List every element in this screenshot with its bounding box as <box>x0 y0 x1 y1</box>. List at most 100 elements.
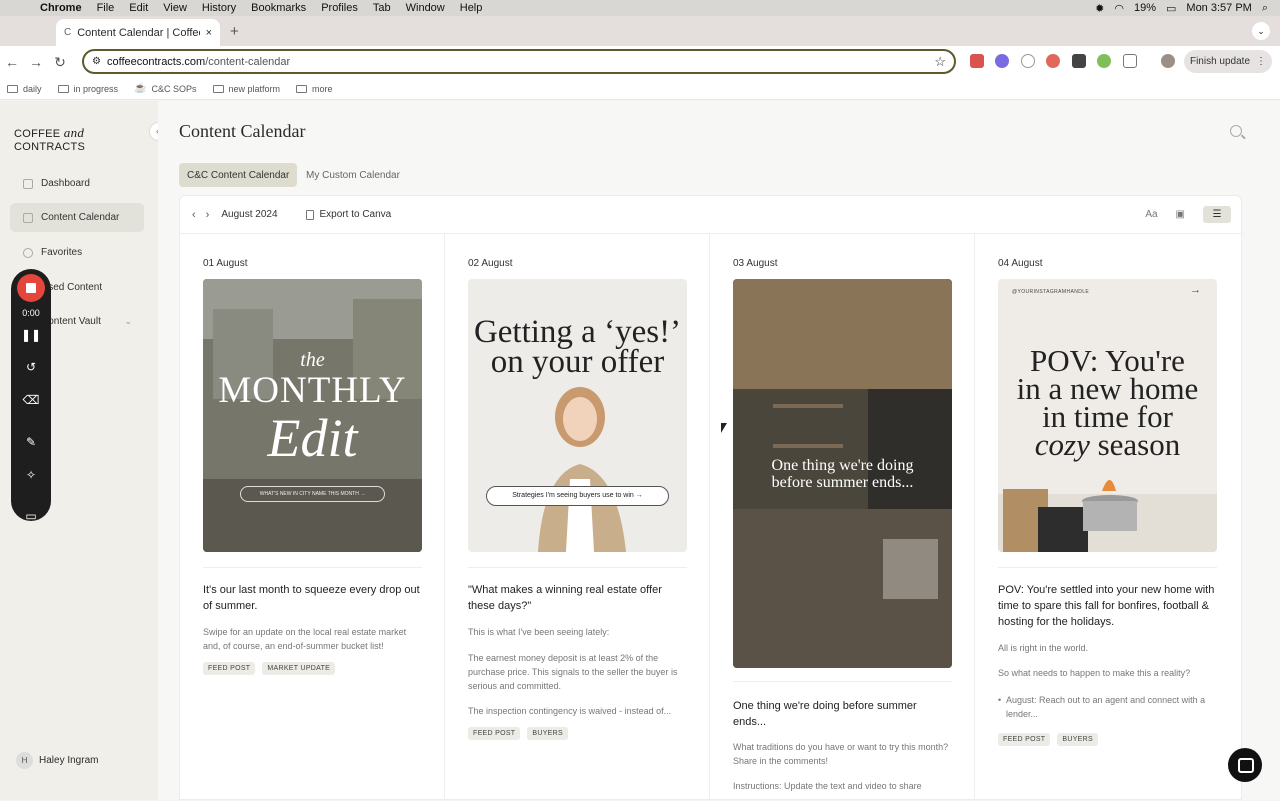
folder-icon <box>296 84 308 93</box>
bookmark-in-progress[interactable]: in progress <box>57 84 118 94</box>
extension-flower-icon[interactable] <box>995 54 1009 68</box>
menu-app[interactable]: Chrome <box>40 2 82 14</box>
prev-month-icon[interactable]: ‹ <box>192 209 196 221</box>
graphic-line1: One thing we're doing <box>771 457 914 474</box>
day-date: 02 August <box>468 258 513 269</box>
tab-search-icon[interactable]: ⌄ <box>1252 22 1270 40</box>
effects-icon[interactable]: ✧ <box>11 468 51 482</box>
finish-update-label: Finish update <box>1189 56 1251 67</box>
menu-bookmarks[interactable]: Bookmarks <box>251 2 306 14</box>
extensions-puzzle-icon[interactable] <box>1123 54 1137 68</box>
pause-icon[interactable]: ❚❚ <box>11 328 51 342</box>
bookmark-cc-sops[interactable]: ☕ C&C SOPs <box>134 83 196 94</box>
tag[interactable]: FEED POST <box>468 727 521 740</box>
restart-icon[interactable]: ↺ <box>11 360 51 374</box>
close-icon[interactable]: × <box>206 27 212 39</box>
post-image[interactable]: One thing we're doing before summer ends… <box>733 279 952 668</box>
chat-support-button[interactable] <box>1228 748 1262 782</box>
extension-compass-icon[interactable] <box>1021 54 1035 68</box>
menu-edit[interactable]: Edit <box>129 2 148 14</box>
menu-window[interactable]: Window <box>406 2 445 14</box>
list-view-icon[interactable]: ☰ <box>1203 206 1231 223</box>
day-column: 02 August Getting a ‘yes!’ on your offer… <box>445 234 710 801</box>
folder-icon <box>212 84 224 93</box>
tag[interactable]: BUYERS <box>527 727 568 740</box>
extension-color-icon[interactable] <box>1097 54 1111 68</box>
day-column: 01 August the MONTHLY Edit WHAT'S NEW IN… <box>180 234 445 801</box>
reload-icon[interactable]: ↻ <box>48 54 72 71</box>
bookmark-label: more <box>312 83 333 94</box>
site-info-icon[interactable]: ⚙ <box>92 56 101 67</box>
sidebar-item-favorites[interactable]: Favorites <box>10 238 144 267</box>
stop-recording-button[interactable] <box>17 274 45 302</box>
sidebar-item-content-calendar[interactable]: Content Calendar <box>10 203 144 232</box>
post-image[interactable]: @YOURINSTAGRAMHANDLE → POV: You're in a … <box>998 279 1217 552</box>
post-title: POV: You're settled into your new home w… <box>998 584 1215 628</box>
menu-history[interactable]: History <box>202 2 236 14</box>
tab-content-calendar[interactable]: C Content Calendar | Coffee & C × <box>56 19 220 46</box>
bookmark-star-icon[interactable]: ☆ <box>934 54 946 70</box>
back-icon[interactable]: ← <box>0 54 24 70</box>
camera-icon[interactable]: ▭ <box>11 509 51 523</box>
address-bar[interactable]: ⚙ coffeecontracts.com/content-calendar ☆ <box>82 49 956 74</box>
calendar-toolbar: ‹ › August 2024 Export to Canva Aa ▣ ☰ <box>180 196 1243 234</box>
extension-pdf-icon[interactable] <box>970 54 984 68</box>
sidebar-item-label: Favorites <box>41 247 83 258</box>
person-photo <box>538 387 626 552</box>
avatar: H <box>16 752 33 769</box>
next-month-icon[interactable]: › <box>206 209 210 221</box>
post-image[interactable]: the MONTHLY Edit WHAT'S NEW IN CITY NAME… <box>203 279 422 552</box>
text-view-icon[interactable]: Aa <box>1145 209 1157 220</box>
home-icon <box>23 178 33 189</box>
search-icon[interactable] <box>1230 125 1242 137</box>
extension-red-icon[interactable] <box>1046 54 1060 68</box>
menu-profiles[interactable]: Profiles <box>321 2 358 14</box>
gear-status-icon[interactable]: ✹ <box>1095 2 1104 15</box>
post-text: The earnest money deposit is at least 2%… <box>468 653 678 691</box>
bookmark-new-platform[interactable]: new platform <box>212 84 280 94</box>
calendar-icon <box>23 212 33 223</box>
user-profile[interactable]: H Haley Ingram <box>16 752 98 769</box>
pen-icon[interactable]: ✎ <box>11 435 51 449</box>
tag[interactable]: BUYERS <box>1057 733 1098 746</box>
clock[interactable]: Mon 3:57 PM <box>1186 2 1251 14</box>
battery-percent[interactable]: 19% <box>1134 2 1156 14</box>
tab-cc-content-calendar[interactable]: C&C Content Calendar <box>179 163 298 187</box>
sidebar-item-dashboard[interactable]: Dashboard <box>10 169 144 198</box>
bookmark-more[interactable]: more <box>296 84 333 94</box>
trash-icon[interactable]: ⌫ <box>11 393 51 407</box>
search-icon[interactable]: ⌕ <box>1262 2 1268 15</box>
divider <box>733 681 952 682</box>
image-view-icon[interactable]: ▣ <box>1176 209 1185 220</box>
menu-file[interactable]: File <box>97 2 115 14</box>
tag-list: FEED POST BUYERS <box>998 733 1098 746</box>
menu-help[interactable]: Help <box>460 2 483 14</box>
coffee-icon: ☕ <box>134 83 147 94</box>
forward-icon[interactable]: → <box>24 54 48 70</box>
tag-list: FEED POST MARKET UPDATE <box>203 662 336 675</box>
user-name: Haley Ingram <box>39 755 99 766</box>
macos-menu-bar: Chrome File Edit View History Bookmarks … <box>0 0 1280 16</box>
day-date: 03 August <box>733 258 778 269</box>
bookmark-label: daily <box>23 83 42 94</box>
bookmark-daily[interactable]: daily <box>7 84 42 94</box>
graphic-line2: before summer ends... <box>771 474 914 491</box>
extension-box-icon[interactable] <box>1072 54 1086 68</box>
finish-update-button[interactable]: Finish update ⋮ <box>1184 50 1272 73</box>
menu-tab[interactable]: Tab <box>373 2 391 14</box>
tag[interactable]: FEED POST <box>998 733 1051 746</box>
post-title: "What makes a winning real estate offer … <box>468 584 662 612</box>
profile-avatar[interactable] <box>1161 54 1175 68</box>
post-text: This is what I've been seeing lately: <box>468 627 610 637</box>
tab-my-custom-calendar[interactable]: My Custom Calendar <box>298 163 408 187</box>
post-image[interactable]: Getting a ‘yes!’ on your offer Strategie… <box>468 279 687 552</box>
menu-view[interactable]: View <box>163 2 187 14</box>
wifi-icon[interactable]: ◠ <box>1114 2 1124 15</box>
logo[interactable]: COFFEE and CONTRACTS <box>14 125 158 153</box>
sidebar-item-label: Dashboard <box>41 178 90 189</box>
export-to-canva-button[interactable]: Export to Canva <box>305 209 391 220</box>
new-tab-button[interactable]: + <box>230 23 239 40</box>
tag[interactable]: MARKET UPDATE <box>262 662 336 675</box>
bookmarks-bar: daily in progress ☕ C&C SOPs new platform… <box>0 78 1280 100</box>
tag[interactable]: FEED POST <box>203 662 256 675</box>
